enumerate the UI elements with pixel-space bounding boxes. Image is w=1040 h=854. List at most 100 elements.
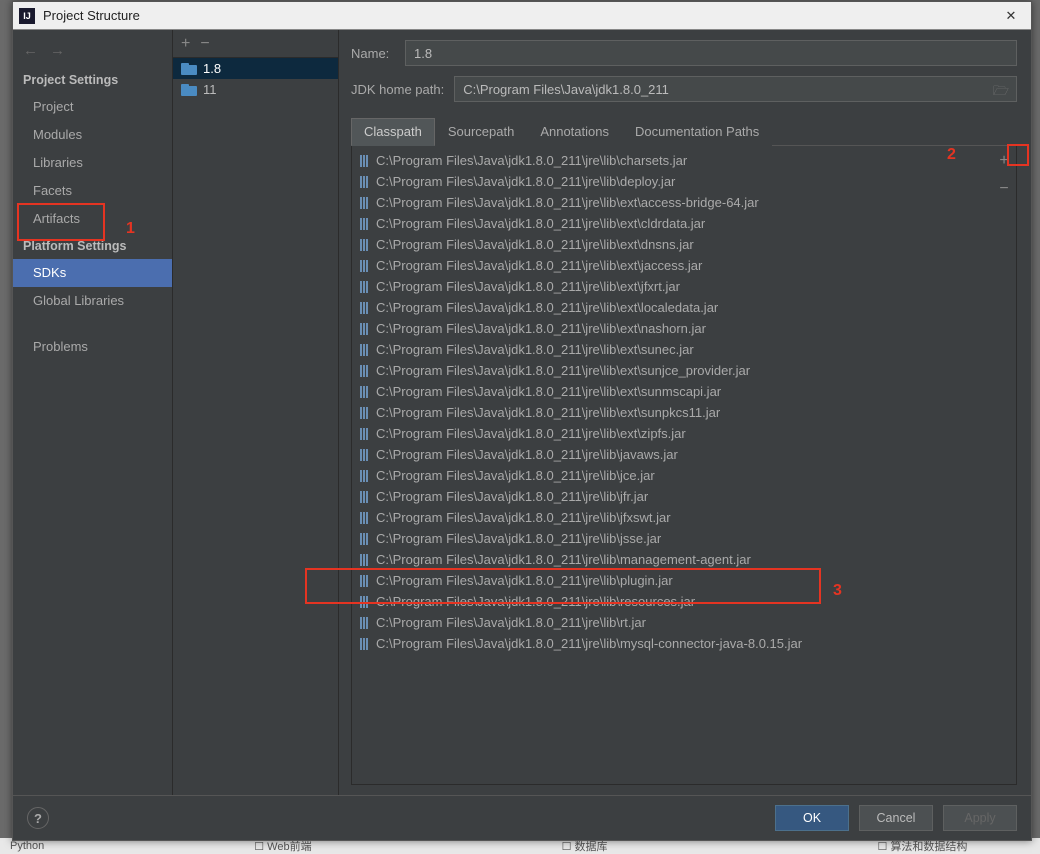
classpath-list: C:\Program Files\Java\jdk1.8.0_211\jre\l… (352, 146, 992, 784)
classpath-item[interactable]: C:\Program Files\Java\jdk1.8.0_211\jre\l… (352, 255, 992, 276)
apply-button[interactable]: Apply (943, 805, 1017, 831)
tab-sourcepath[interactable]: Sourcepath (435, 118, 528, 146)
classpath-item[interactable]: C:\Program Files\Java\jdk1.8.0_211\jre\l… (352, 318, 992, 339)
sidebar-item-artifacts[interactable]: Artifacts (13, 205, 172, 233)
classpath-item[interactable]: C:\Program Files\Java\jdk1.8.0_211\jre\l… (352, 591, 992, 612)
jar-icon (358, 280, 370, 294)
classpath-path: C:\Program Files\Java\jdk1.8.0_211\jre\l… (376, 256, 702, 275)
classpath-item[interactable]: C:\Program Files\Java\jdk1.8.0_211\jre\l… (352, 192, 992, 213)
classpath-item[interactable]: C:\Program Files\Java\jdk1.8.0_211\jre\l… (352, 234, 992, 255)
classpath-path: C:\Program Files\Java\jdk1.8.0_211\jre\l… (376, 340, 694, 359)
titlebar: IJ Project Structure ✕ (13, 2, 1031, 30)
sidebar-item-modules[interactable]: Modules (13, 121, 172, 149)
jdkhome-input[interactable] (454, 76, 1017, 102)
jar-icon (358, 637, 370, 651)
add-sdk-icon[interactable]: + (181, 35, 190, 53)
sidebar-item-project[interactable]: Project (13, 93, 172, 121)
jar-icon (358, 511, 370, 525)
sdk-item[interactable]: 1.8 (173, 58, 338, 79)
sidebar-item-global-libraries[interactable]: Global Libraries (13, 287, 172, 315)
classpath-path: C:\Program Files\Java\jdk1.8.0_211\jre\l… (376, 277, 680, 296)
sdk-toolbar: + − (173, 30, 338, 58)
sidebar-item-facets[interactable]: Facets (13, 177, 172, 205)
name-input[interactable] (405, 40, 1017, 66)
classpath-item[interactable]: C:\Program Files\Java\jdk1.8.0_211\jre\l… (352, 402, 992, 423)
classpath-item[interactable]: C:\Program Files\Java\jdk1.8.0_211\jre\l… (352, 360, 992, 381)
jar-icon (358, 238, 370, 252)
classpath-path: C:\Program Files\Java\jdk1.8.0_211\jre\l… (376, 361, 750, 380)
jar-icon (358, 301, 370, 315)
classpath-path: C:\Program Files\Java\jdk1.8.0_211\jre\l… (376, 613, 646, 632)
classpath-item[interactable]: C:\Program Files\Java\jdk1.8.0_211\jre\l… (352, 276, 992, 297)
back-arrow-icon[interactable]: ← (23, 42, 38, 59)
classpath-item[interactable]: C:\Program Files\Java\jdk1.8.0_211\jre\l… (352, 549, 992, 570)
bg-db: 数据库 (575, 841, 608, 853)
jar-icon (358, 322, 370, 336)
jar-icon (358, 364, 370, 378)
classpath-area: C:\Program Files\Java\jdk1.8.0_211\jre\l… (351, 146, 1017, 785)
browse-folder-icon[interactable]: 🗁 (993, 82, 1009, 104)
jar-icon (358, 469, 370, 483)
app-icon: IJ (19, 8, 35, 24)
close-icon[interactable]: ✕ (997, 4, 1025, 28)
classpath-item[interactable]: C:\Program Files\Java\jdk1.8.0_211\jre\l… (352, 507, 992, 528)
classpath-path: C:\Program Files\Java\jdk1.8.0_211\jre\l… (376, 403, 720, 422)
remove-sdk-icon[interactable]: − (200, 35, 209, 53)
jdkhome-label: JDK home path: (351, 82, 444, 97)
cancel-button[interactable]: Cancel (859, 805, 933, 831)
classpath-path: C:\Program Files\Java\jdk1.8.0_211\jre\l… (376, 424, 686, 443)
sidebar-item-problems[interactable]: Problems (13, 333, 172, 361)
classpath-path: C:\Program Files\Java\jdk1.8.0_211\jre\l… (376, 508, 671, 527)
jar-icon (358, 616, 370, 630)
classpath-path: C:\Program Files\Java\jdk1.8.0_211\jre\l… (376, 571, 673, 590)
help-button[interactable]: ? (27, 807, 49, 829)
classpath-path: C:\Program Files\Java\jdk1.8.0_211\jre\l… (376, 193, 759, 212)
remove-classpath-icon[interactable]: − (999, 180, 1008, 198)
classpath-item[interactable]: C:\Program Files\Java\jdk1.8.0_211\jre\l… (352, 444, 992, 465)
classpath-path: C:\Program Files\Java\jdk1.8.0_211\jre\l… (376, 382, 721, 401)
classpath-item[interactable]: C:\Program Files\Java\jdk1.8.0_211\jre\l… (352, 213, 992, 234)
classpath-item[interactable]: C:\Program Files\Java\jdk1.8.0_211\jre\l… (352, 150, 992, 171)
sdk-item[interactable]: 11 (173, 79, 338, 100)
bg-python: Python (10, 840, 44, 852)
classpath-item[interactable]: C:\Program Files\Java\jdk1.8.0_211\jre\l… (352, 297, 992, 318)
jar-icon (358, 427, 370, 441)
classpath-path: C:\Program Files\Java\jdk1.8.0_211\jre\l… (376, 172, 675, 191)
tab-classpath[interactable]: Classpath (351, 118, 435, 146)
jar-icon (358, 490, 370, 504)
classpath-item[interactable]: C:\Program Files\Java\jdk1.8.0_211\jre\l… (352, 570, 992, 591)
tab-documentation-paths[interactable]: Documentation Paths (622, 118, 772, 146)
sidebar-item-sdks[interactable]: SDKs (13, 259, 172, 287)
classpath-path: C:\Program Files\Java\jdk1.8.0_211\jre\l… (376, 466, 655, 485)
jar-icon (358, 532, 370, 546)
classpath-path: C:\Program Files\Java\jdk1.8.0_211\jre\l… (376, 592, 695, 611)
sdk-list-column: + − 1.811 (173, 30, 339, 795)
classpath-path: C:\Program Files\Java\jdk1.8.0_211\jre\l… (376, 550, 751, 569)
classpath-item[interactable]: C:\Program Files\Java\jdk1.8.0_211\jre\l… (352, 528, 992, 549)
add-classpath-icon[interactable]: + (999, 152, 1008, 170)
folder-icon (181, 63, 197, 75)
classpath-item[interactable]: C:\Program Files\Java\jdk1.8.0_211\jre\l… (352, 486, 992, 507)
sidebar-item-libraries[interactable]: Libraries (13, 149, 172, 177)
tab-annotations[interactable]: Annotations (527, 118, 622, 146)
forward-arrow-icon[interactable]: → (50, 42, 65, 59)
classpath-path: C:\Program Files\Java\jdk1.8.0_211\jre\l… (376, 529, 661, 548)
classpath-path: C:\Program Files\Java\jdk1.8.0_211\jre\l… (376, 151, 687, 170)
classpath-item[interactable]: C:\Program Files\Java\jdk1.8.0_211\jre\l… (352, 381, 992, 402)
nav-arrows: ← → (13, 36, 172, 67)
classpath-item[interactable]: C:\Program Files\Java\jdk1.8.0_211\jre\l… (352, 423, 992, 444)
classpath-item[interactable]: C:\Program Files\Java\jdk1.8.0_211\jre\l… (352, 633, 992, 654)
bg-web: Web前端 (267, 841, 311, 853)
classpath-path: C:\Program Files\Java\jdk1.8.0_211\jre\l… (376, 235, 694, 254)
bg-algo: 算法和数据结构 (890, 841, 967, 853)
classpath-item[interactable]: C:\Program Files\Java\jdk1.8.0_211\jre\l… (352, 465, 992, 486)
classpath-path: C:\Program Files\Java\jdk1.8.0_211\jre\l… (376, 634, 802, 653)
classpath-item[interactable]: C:\Program Files\Java\jdk1.8.0_211\jre\l… (352, 612, 992, 633)
classpath-path: C:\Program Files\Java\jdk1.8.0_211\jre\l… (376, 487, 648, 506)
classpath-item[interactable]: C:\Program Files\Java\jdk1.8.0_211\jre\l… (352, 171, 992, 192)
ok-button[interactable]: OK (775, 805, 849, 831)
section-project-settings: Project Settings (13, 67, 172, 93)
jar-icon (358, 259, 370, 273)
classpath-item[interactable]: C:\Program Files\Java\jdk1.8.0_211\jre\l… (352, 339, 992, 360)
sidebar: ← → Project Settings ProjectModulesLibra… (13, 30, 173, 795)
